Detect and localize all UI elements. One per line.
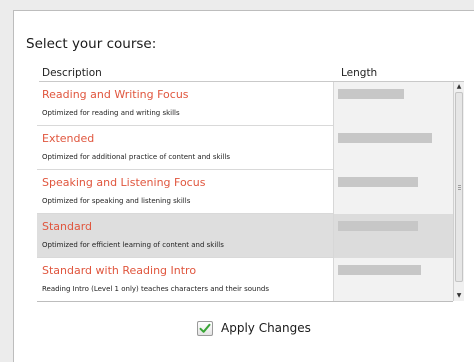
apply-changes-button[interactable]: Apply Changes — [197, 318, 311, 338]
row-description-cell: Standard with Reading Intro Reading Intr… — [37, 258, 333, 301]
course-list[interactable]: Reading and Writing Focus Optimized for … — [37, 82, 453, 302]
course-row-standard[interactable]: Standard Optimized for efficient learnin… — [37, 214, 453, 258]
length-bar — [338, 133, 432, 143]
course-name: Standard with Reading Intro — [42, 264, 197, 277]
scroll-up-arrow-icon[interactable]: ▲ — [454, 82, 464, 92]
column-header-description: Description — [42, 67, 102, 79]
row-description-cell: Extended Optimized for additional practi… — [37, 126, 333, 170]
row-length-cell — [333, 170, 453, 214]
course-name: Standard — [42, 220, 93, 233]
course-description: Reading Intro (Level 1 only) teaches cha… — [42, 285, 270, 293]
checkmark-icon — [197, 320, 213, 336]
row-description-cell: Reading and Writing Focus Optimized for … — [37, 82, 333, 126]
course-description: Optimized for reading and writing skills — [42, 109, 180, 117]
course-name: Reading and Writing Focus — [42, 88, 189, 101]
table-header: Description Length — [39, 67, 464, 81]
row-length-cell — [333, 126, 453, 170]
course-name: Speaking and Listening Focus — [42, 176, 206, 189]
scroll-thumb[interactable] — [455, 92, 463, 282]
course-row-extended[interactable]: Extended Optimized for additional practi… — [37, 126, 453, 170]
course-description: Optimized for speaking and listening ski… — [42, 197, 191, 205]
dialog-title: Select your course: — [26, 36, 157, 52]
length-bar — [338, 265, 421, 275]
course-name: Extended — [42, 132, 95, 145]
row-length-cell — [333, 214, 453, 258]
course-row-standard-reading-intro[interactable]: Standard with Reading Intro Reading Intr… — [37, 258, 453, 301]
row-length-cell — [333, 258, 453, 301]
length-bar — [338, 221, 418, 231]
course-row-speaking-listening[interactable]: Speaking and Listening Focus Optimized f… — [37, 170, 453, 214]
length-bar — [338, 89, 404, 99]
length-bar — [338, 177, 418, 187]
row-length-cell — [333, 82, 453, 126]
course-row-reading-writing[interactable]: Reading and Writing Focus Optimized for … — [37, 82, 453, 126]
scroll-down-arrow-icon[interactable]: ▼ — [454, 291, 464, 301]
thumb-grip — [458, 189, 461, 190]
course-description: Optimized for efficient learning of cont… — [42, 241, 224, 249]
thumb-grip — [458, 185, 461, 186]
row-description-cell: Standard Optimized for efficient learnin… — [37, 214, 333, 258]
list-scrollbar[interactable]: ▲ ▼ — [453, 82, 464, 301]
course-description: Optimized for additional practice of con… — [42, 153, 230, 161]
apply-changes-label: Apply Changes — [221, 321, 311, 335]
column-header-length: Length — [341, 67, 378, 79]
row-description-cell: Speaking and Listening Focus Optimized f… — [37, 170, 333, 214]
thumb-grip — [458, 187, 461, 188]
